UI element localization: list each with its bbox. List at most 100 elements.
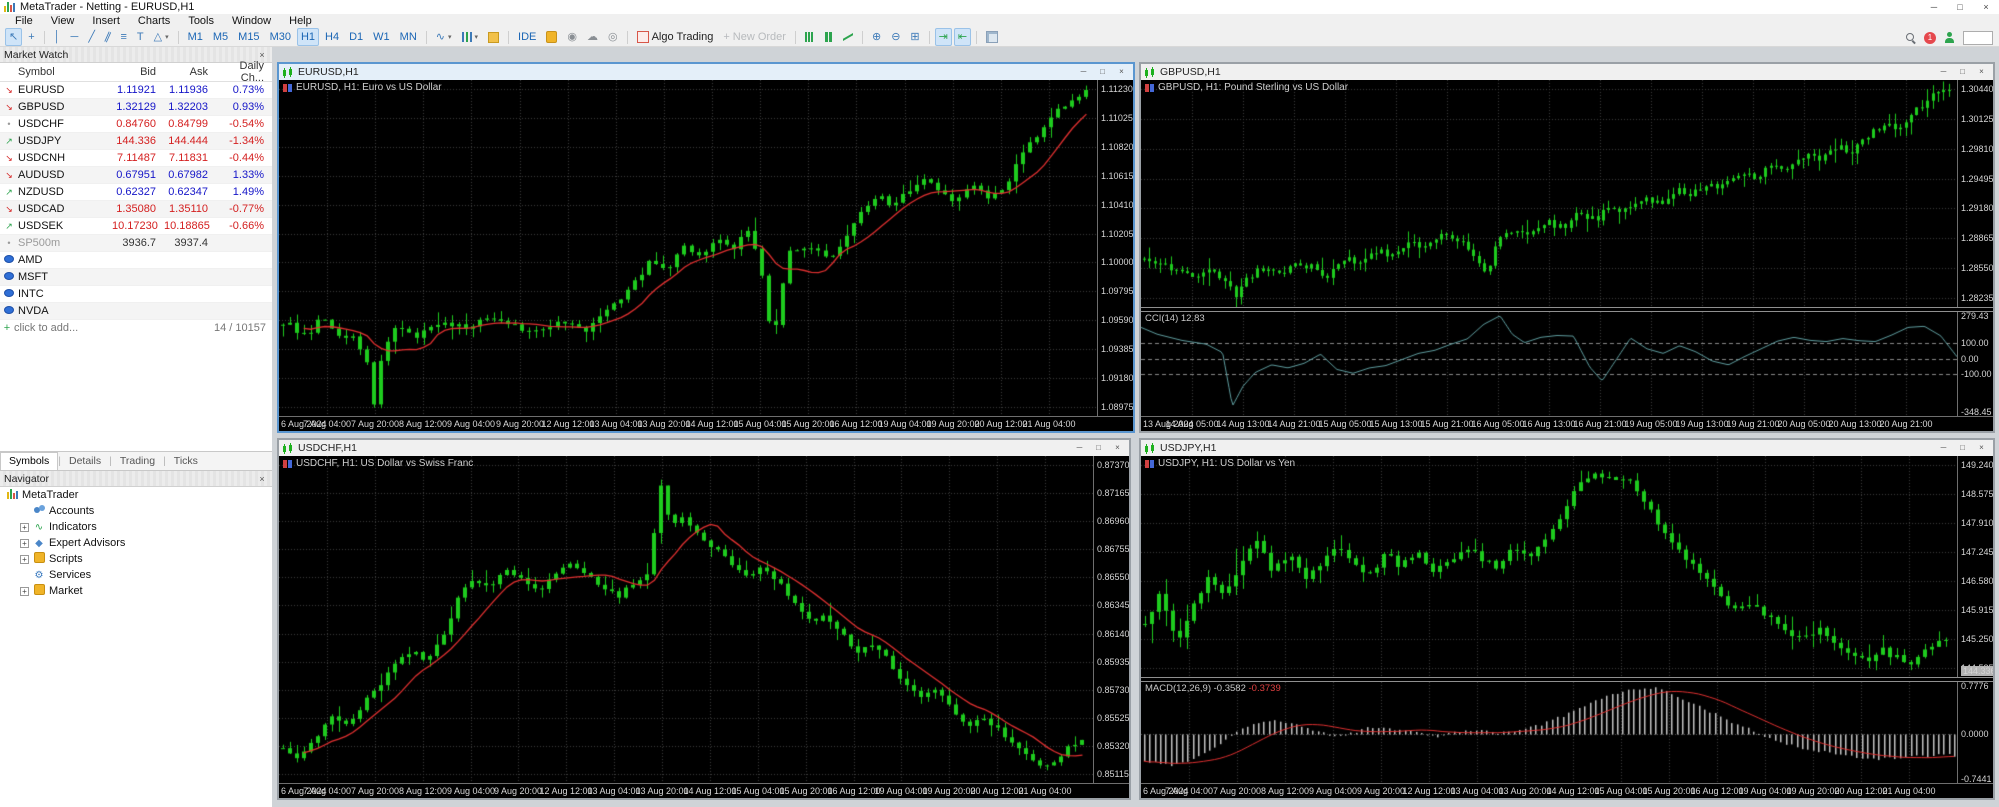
tab-ticks[interactable]: Ticks [166, 453, 206, 470]
close-icon[interactable]: × [256, 474, 268, 484]
app-minimize-button[interactable]: ─ [1921, 0, 1947, 14]
price-chart-canvas[interactable] [1141, 456, 1957, 677]
app-maximize-button[interactable]: □ [1947, 0, 1973, 14]
timeframe-h4-button[interactable]: H4 [321, 28, 343, 46]
market-watch-row-amd[interactable]: AMD [0, 252, 272, 269]
add-symbol-row[interactable]: + click to add... 14 / 10157 [0, 320, 272, 336]
text-tool-button[interactable]: T [133, 28, 148, 46]
indicator-panel-canvas[interactable] [1141, 312, 1957, 416]
equidistant-tool-button[interactable]: ≡ [116, 28, 130, 46]
expand-icon[interactable]: + [20, 586, 29, 596]
market-watch-row-usdjpy[interactable]: ↗ USDJPY 144.336 144.444 -1.34% [0, 133, 272, 150]
chart-window-usdjpy[interactable]: USDJPY,H1 ─ □ × USDJPY, H1: US Dollar vs… [1139, 438, 1995, 800]
chart-window-usdchf[interactable]: USDCHF,H1 ─ □ × USDCHF, H1: US Dollar vs… [277, 438, 1131, 800]
price-chart[interactable]: GBPUSD, H1: Pound Sterling vs US Dollar … [1141, 80, 1993, 431]
horizontal-line-tool-button[interactable]: ─ [67, 28, 83, 46]
market-button[interactable] [542, 28, 561, 46]
tab-trading[interactable]: Trading [112, 453, 163, 470]
depth-of-market-button[interactable] [982, 28, 1002, 46]
market-watch-row-sp500m[interactable]: • SP500m 3936.7 3937.4 [0, 235, 272, 252]
close-icon[interactable]: × [1109, 441, 1126, 455]
market-watch-row-intc[interactable]: INTC [0, 286, 272, 303]
account-status-icon[interactable] [1944, 32, 1955, 43]
navigator-item-scripts[interactable]: + Scripts [0, 551, 272, 567]
menu-view[interactable]: View [42, 14, 84, 28]
price-chart-canvas[interactable] [279, 456, 1093, 783]
market-watch-row-nvda[interactable]: NVDA [0, 303, 272, 320]
chart-window-titlebar[interactable]: EURUSD,H1 ─ □ × [279, 64, 1133, 80]
ide-button[interactable]: IDE [514, 28, 540, 46]
expand-icon[interactable]: + [20, 538, 29, 548]
candle-chart-mode-button[interactable] [820, 28, 837, 46]
objects-list-button[interactable] [484, 28, 503, 46]
minimize-icon[interactable]: ─ [1075, 65, 1092, 79]
close-icon[interactable]: × [1973, 65, 1990, 79]
panel-splitter[interactable] [1141, 677, 1993, 682]
market-watch-row-audusd[interactable]: ↘ AUDUSD 0.67951 0.67982 1.33% [0, 167, 272, 184]
market-watch-row-eurusd[interactable]: ↘ EURUSD 1.11921 1.11936 0.73% [0, 82, 272, 99]
cloud-button[interactable]: ☁ [583, 28, 602, 46]
expand-icon[interactable]: + [20, 522, 29, 532]
signals-button[interactable]: ◉ [563, 28, 581, 46]
timeframe-m30-button[interactable]: M30 [266, 28, 295, 46]
tab-details[interactable]: Details [61, 453, 109, 470]
zoom-in-button[interactable]: ⊕ [868, 28, 885, 46]
panel-splitter[interactable] [1141, 307, 1993, 312]
close-icon[interactable]: × [1973, 441, 1990, 455]
trendline-tool-button[interactable]: ╱ [84, 28, 99, 46]
timeframe-m15-button[interactable]: M15 [234, 28, 263, 46]
maximize-icon[interactable]: □ [1954, 441, 1971, 455]
column-ask[interactable]: Ask [160, 66, 212, 78]
tab-symbols[interactable]: Symbols [0, 451, 59, 471]
chart-window-eurusd[interactable]: EURUSD,H1 ─ □ × EURUSD, H1: Euro vs US D… [277, 62, 1135, 433]
price-chart-canvas[interactable] [279, 80, 1097, 416]
minimize-icon[interactable]: ─ [1935, 441, 1952, 455]
app-close-button[interactable]: × [1973, 0, 1999, 14]
navigator-item-expert-advisors[interactable]: + ◆ Expert Advisors [0, 535, 272, 551]
indicator-panel-canvas[interactable] [1141, 682, 1957, 783]
minimize-icon[interactable]: ─ [1071, 441, 1088, 455]
menu-help[interactable]: Help [280, 14, 321, 28]
chart-window-gbpusd[interactable]: GBPUSD,H1 ─ □ × GBPUSD, H1: Pound Sterli… [1139, 62, 1995, 433]
shapes-tool-button[interactable]: △ ▾ [150, 28, 173, 46]
close-icon[interactable]: × [256, 50, 268, 60]
maximize-icon[interactable]: □ [1094, 65, 1111, 79]
pointer-tool-button[interactable]: ↖ [5, 28, 23, 46]
navigator-item-services[interactable]: ⚙ Services [0, 567, 272, 583]
expand-icon[interactable]: + [20, 554, 29, 564]
vertical-line-tool-button[interactable]: │ [50, 28, 65, 46]
notifications-icon[interactable]: 1 [1924, 31, 1936, 44]
market-watch-row-usdcnh[interactable]: ↘ USDCNH 7.11487 7.11831 -0.44% [0, 150, 272, 167]
market-watch-row-gbpusd[interactable]: ↘ GBPUSD 1.32129 1.32203 0.93% [0, 99, 272, 116]
menu-tools[interactable]: Tools [179, 14, 223, 28]
menu-insert[interactable]: Insert [83, 14, 129, 28]
timeframe-w1-button[interactable]: W1 [369, 28, 394, 46]
menu-charts[interactable]: Charts [129, 14, 179, 28]
chart-window-titlebar[interactable]: USDCHF,H1 ─ □ × [279, 440, 1129, 456]
crosshair-tool-button[interactable]: + [24, 28, 38, 46]
bar-chart-mode-button[interactable] [801, 28, 818, 46]
maximize-icon[interactable]: □ [1090, 441, 1107, 455]
chart-shift-button[interactable]: ⇤ [953, 28, 972, 46]
column-daily-change[interactable]: Daily Ch... [212, 60, 268, 84]
search-input[interactable] [1963, 30, 1993, 45]
line-studies-button[interactable]: ∿ ▾ [432, 28, 456, 46]
navigator-item-indicators[interactable]: + ∿ Indicators [0, 519, 272, 535]
menu-window[interactable]: Window [223, 14, 280, 28]
column-bid[interactable]: Bid [108, 66, 160, 78]
navigator-item-market[interactable]: + Market [0, 583, 272, 599]
search-icon[interactable] [1906, 32, 1916, 43]
navigator-item-metatrader[interactable]: MetaTrader [0, 487, 272, 503]
close-icon[interactable]: × [1113, 65, 1130, 79]
navigator-item-accounts[interactable]: Accounts [0, 503, 272, 519]
channel-tool-button[interactable]: ∥ [101, 28, 115, 46]
maximize-icon[interactable]: □ [1954, 65, 1971, 79]
auto-scroll-button[interactable]: ⇥ [934, 28, 952, 46]
timeframe-h1-button[interactable]: H1 [296, 28, 320, 46]
timeframe-m5-button[interactable]: M5 [209, 28, 232, 46]
column-symbol[interactable]: Symbol [14, 66, 108, 78]
line-chart-mode-button[interactable] [839, 28, 857, 46]
minimize-icon[interactable]: ─ [1935, 65, 1952, 79]
algo-trading-button[interactable]: Algo Trading [633, 28, 718, 46]
chart-window-titlebar[interactable]: USDJPY,H1 ─ □ × [1141, 440, 1993, 456]
